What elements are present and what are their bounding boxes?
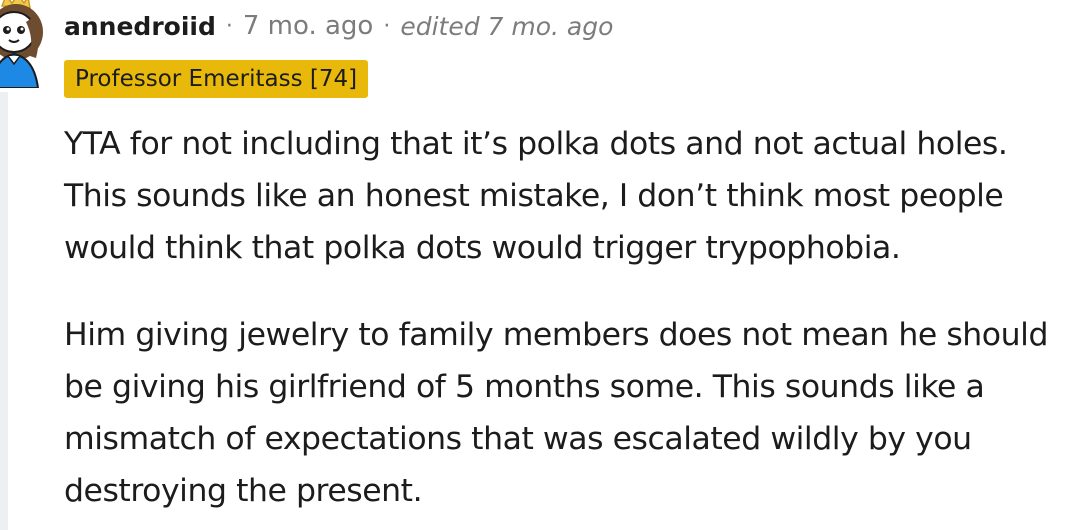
comment-paragraph: Him giving jewelry to family members doe… — [64, 317, 1048, 509]
comment-paragraph: YTA for not including that it’s polka do… — [64, 126, 1008, 266]
thread-line[interactable] — [0, 92, 8, 530]
comment-body: YTA for not including that it’s polka do… — [64, 118, 1076, 530]
meta-separator: · — [225, 13, 233, 39]
user-flair: Professor Emeritass [74] — [64, 60, 369, 98]
comment: annedroiid · 7 mo. ago · edited 7 mo. ag… — [0, 0, 1080, 530]
meta-separator: · — [383, 13, 391, 39]
author-username[interactable]: annedroiid — [64, 12, 216, 41]
user-avatar-icon[interactable] — [0, 0, 48, 88]
comment-header: annedroiid · 7 mo. ago · edited 7 mo. ag… — [64, 6, 613, 46]
comment-timestamp[interactable]: 7 mo. ago — [243, 11, 373, 41]
edited-label: edited 7 mo. ago — [400, 11, 614, 41]
